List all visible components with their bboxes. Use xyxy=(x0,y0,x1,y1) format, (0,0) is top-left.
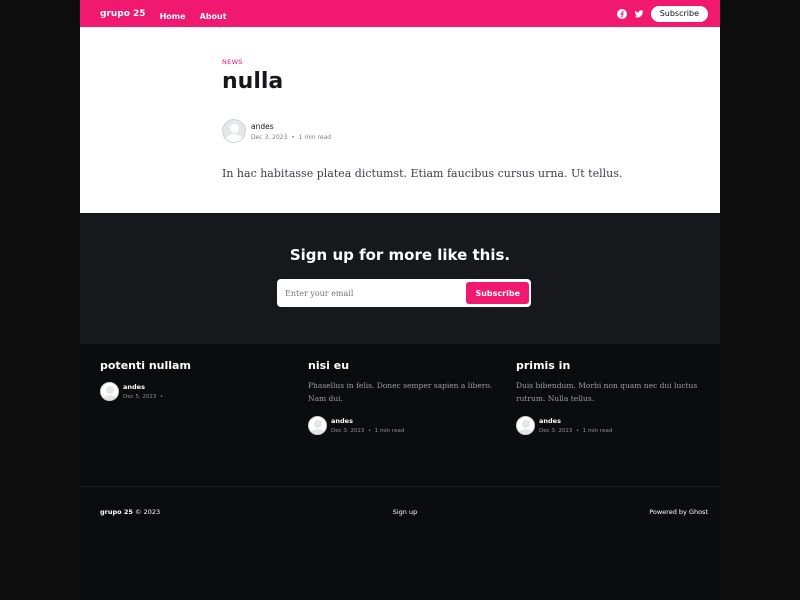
main-nav: Home About xyxy=(160,4,236,23)
author-avatar[interactable] xyxy=(516,416,535,435)
article-meta: Dec 3, 2023 • 1 min read xyxy=(251,133,332,141)
page: grupo 25 Home About Subscribe NEWS nulla… xyxy=(80,0,720,600)
related-card[interactable]: nisi eu Phasellus in felis. Donec semper… xyxy=(308,359,498,435)
related-date: Dec 3, 2023 xyxy=(331,428,365,434)
footer-divider xyxy=(80,486,720,487)
article-body: In hac habitasse platea dictumst. Etiam … xyxy=(222,167,623,180)
related-byline: andes Dec 5, 2023 • xyxy=(100,382,290,401)
footer-signup-link[interactable]: Sign up xyxy=(80,508,730,516)
article-date: Dec 3, 2023 xyxy=(251,133,288,141)
author-name[interactable]: andes xyxy=(331,417,404,425)
nav-home[interactable]: Home xyxy=(160,12,186,21)
related-excerpt: Phasellus in felis. Donec semper sapien … xyxy=(308,381,493,403)
cta-subscribe-button[interactable]: Subscribe xyxy=(466,282,529,304)
cta-form: Subscribe xyxy=(277,279,531,307)
article-title: nulla xyxy=(222,69,284,94)
related-card[interactable]: primis in Duis bibendum. Morbi non quam … xyxy=(516,359,706,435)
nav-about[interactable]: About xyxy=(200,12,227,21)
author-name[interactable]: andes xyxy=(251,122,331,131)
author-avatar[interactable] xyxy=(308,416,327,435)
author-name[interactable]: andes xyxy=(539,417,612,425)
twitter-icon[interactable] xyxy=(634,9,644,19)
related-meta: Dec 3, 2023 • 1 min read xyxy=(331,428,405,434)
header-actions: Subscribe xyxy=(616,5,708,22)
related-date: Dec 5, 2023 xyxy=(123,394,157,400)
related-title[interactable]: primis in xyxy=(516,359,706,372)
site-logo[interactable]: grupo 25 xyxy=(100,9,146,19)
article-byline: andes Dec 3, 2023 • 1 min read xyxy=(222,119,331,143)
article-read-time: 1 min read xyxy=(298,133,332,141)
related-excerpt: Duis bibendum. Morbi non quam nec dui lu… xyxy=(516,381,698,403)
footer-powered-by[interactable]: Powered by Ghost xyxy=(649,508,708,516)
site-header: grupo 25 Home About Subscribe xyxy=(80,0,720,27)
article: NEWS nulla andes Dec 3, 2023 • 1 min rea… xyxy=(80,27,720,213)
related-title[interactable]: potenti nullam xyxy=(100,359,290,372)
article-tag[interactable]: NEWS xyxy=(222,58,243,66)
site-footer: grupo 25 © 2023 Sign up Powered by Ghost xyxy=(80,505,720,519)
related-meta: Dec 5, 2023 • xyxy=(123,394,164,400)
related-posts: potenti nullam andes Dec 5, 2023 • nisi … xyxy=(80,344,720,486)
related-card[interactable]: potenti nullam andes Dec 5, 2023 • xyxy=(100,359,290,401)
related-meta: Dec 3, 2023 • 1 min read xyxy=(539,428,613,434)
cta-title: Sign up for more like this. xyxy=(289,246,511,264)
related-byline: andes Dec 3, 2023 • 1 min read xyxy=(308,416,498,435)
related-read-time: 1 min read xyxy=(582,428,613,434)
facebook-icon[interactable] xyxy=(616,8,627,19)
related-byline: andes Dec 3, 2023 • 1 min read xyxy=(516,416,706,435)
related-read-time: 1 min read xyxy=(374,428,405,434)
author-avatar[interactable] xyxy=(100,382,119,401)
author-name[interactable]: andes xyxy=(123,383,163,391)
header-subscribe-button[interactable]: Subscribe xyxy=(650,5,708,22)
related-date: Dec 3, 2023 xyxy=(539,428,573,434)
related-title[interactable]: nisi eu xyxy=(308,359,498,372)
author-avatar[interactable] xyxy=(222,119,246,143)
email-input[interactable] xyxy=(285,288,467,298)
subscribe-cta: Sign up for more like this. Subscribe xyxy=(80,213,720,344)
